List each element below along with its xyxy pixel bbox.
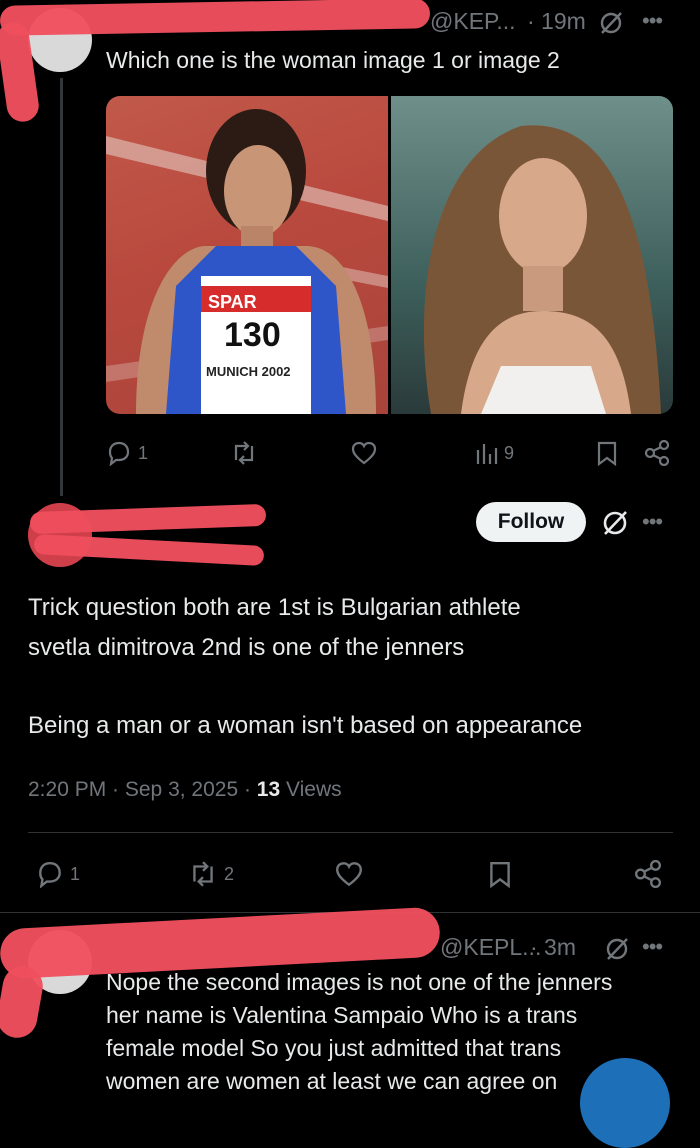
share-icon [634,860,662,888]
tweet-handle: @KEPL... [440,934,542,960]
repost-icon [193,861,213,887]
reply-count: 1 [70,863,81,884]
more-options-icon[interactable]: ••• [642,8,663,34]
follow-button[interactable]: Follow [476,502,586,542]
tweet-text-line: women are women at least we can agree on [106,1068,558,1094]
more-options-icon[interactable]: ••• [642,934,663,960]
tweet-timestamp: 2:20 PM · Sep 3, 2025 · 13 Views [28,778,342,802]
tweet-image-1[interactable]: SPAR 130 MUNICH 2002 [106,96,388,414]
bookmark-button[interactable] [596,440,618,466]
reply-count: 1 [138,442,149,463]
tweet-image-2[interactable] [391,96,673,414]
bookmark-icon [597,441,617,466]
timestamp-text: 2:20 PM · Sep 3, 2025 · [28,778,257,801]
repost-count: 2 [224,863,235,884]
tweet-text-line: her name is Valentina Sampaio Who is a t… [106,1002,578,1028]
reply-icon [108,441,130,466]
heart-icon [336,862,362,887]
repost-icon [234,441,254,465]
reply-button[interactable]: 1 [36,860,80,888]
views-button[interactable]: 9 [474,440,514,466]
tweet-text-line: female model So you just admitted that t… [106,1035,562,1061]
grok-icon[interactable] [601,509,629,542]
tweet-text-line: Trick question both are 1st is Bulgarian… [28,594,521,621]
compose-fab[interactable] [580,1058,670,1148]
share-button[interactable] [634,860,662,888]
tweet-time: · 3m [530,934,576,960]
redaction-mark [0,0,431,36]
tweet-handle: @KEP... [430,8,516,34]
like-button[interactable] [350,440,378,466]
repost-button[interactable]: 2 [188,860,234,888]
analytics-icon [476,444,498,464]
share-icon [644,440,670,466]
views-count[interactable]: 13 [257,778,280,801]
bib-number: 130 [224,316,281,354]
tweet-text-line: Nope the second images is not one of the… [106,969,613,995]
tweet-text: Which one is the woman image 1 or image … [106,47,560,73]
tweet-time: · 19m [527,8,586,34]
like-button[interactable] [334,860,364,888]
bib-event: MUNICH 2002 [206,364,291,379]
bib-brand: SPAR [208,292,257,312]
grok-icon[interactable] [598,10,624,41]
tweet-text-line: svetla dimitrova 2nd is one of the jenne… [28,634,465,661]
tweet-text-line: Being a man or a woman isn't based on ap… [28,712,583,739]
heart-icon [351,441,377,465]
more-options-icon[interactable]: ••• [642,509,663,535]
views-count: 9 [504,442,515,463]
reply-icon [39,862,61,888]
repost-button[interactable] [230,440,258,466]
bookmark-icon [490,862,510,888]
share-button[interactable] [644,440,670,466]
bookmark-button[interactable] [488,860,512,888]
grok-icon[interactable] [604,936,630,967]
redaction-mark [0,963,46,1041]
thread-line [60,78,63,496]
reply-button[interactable]: 1 [106,440,148,466]
divider [28,832,673,833]
views-label: Views [286,778,342,801]
